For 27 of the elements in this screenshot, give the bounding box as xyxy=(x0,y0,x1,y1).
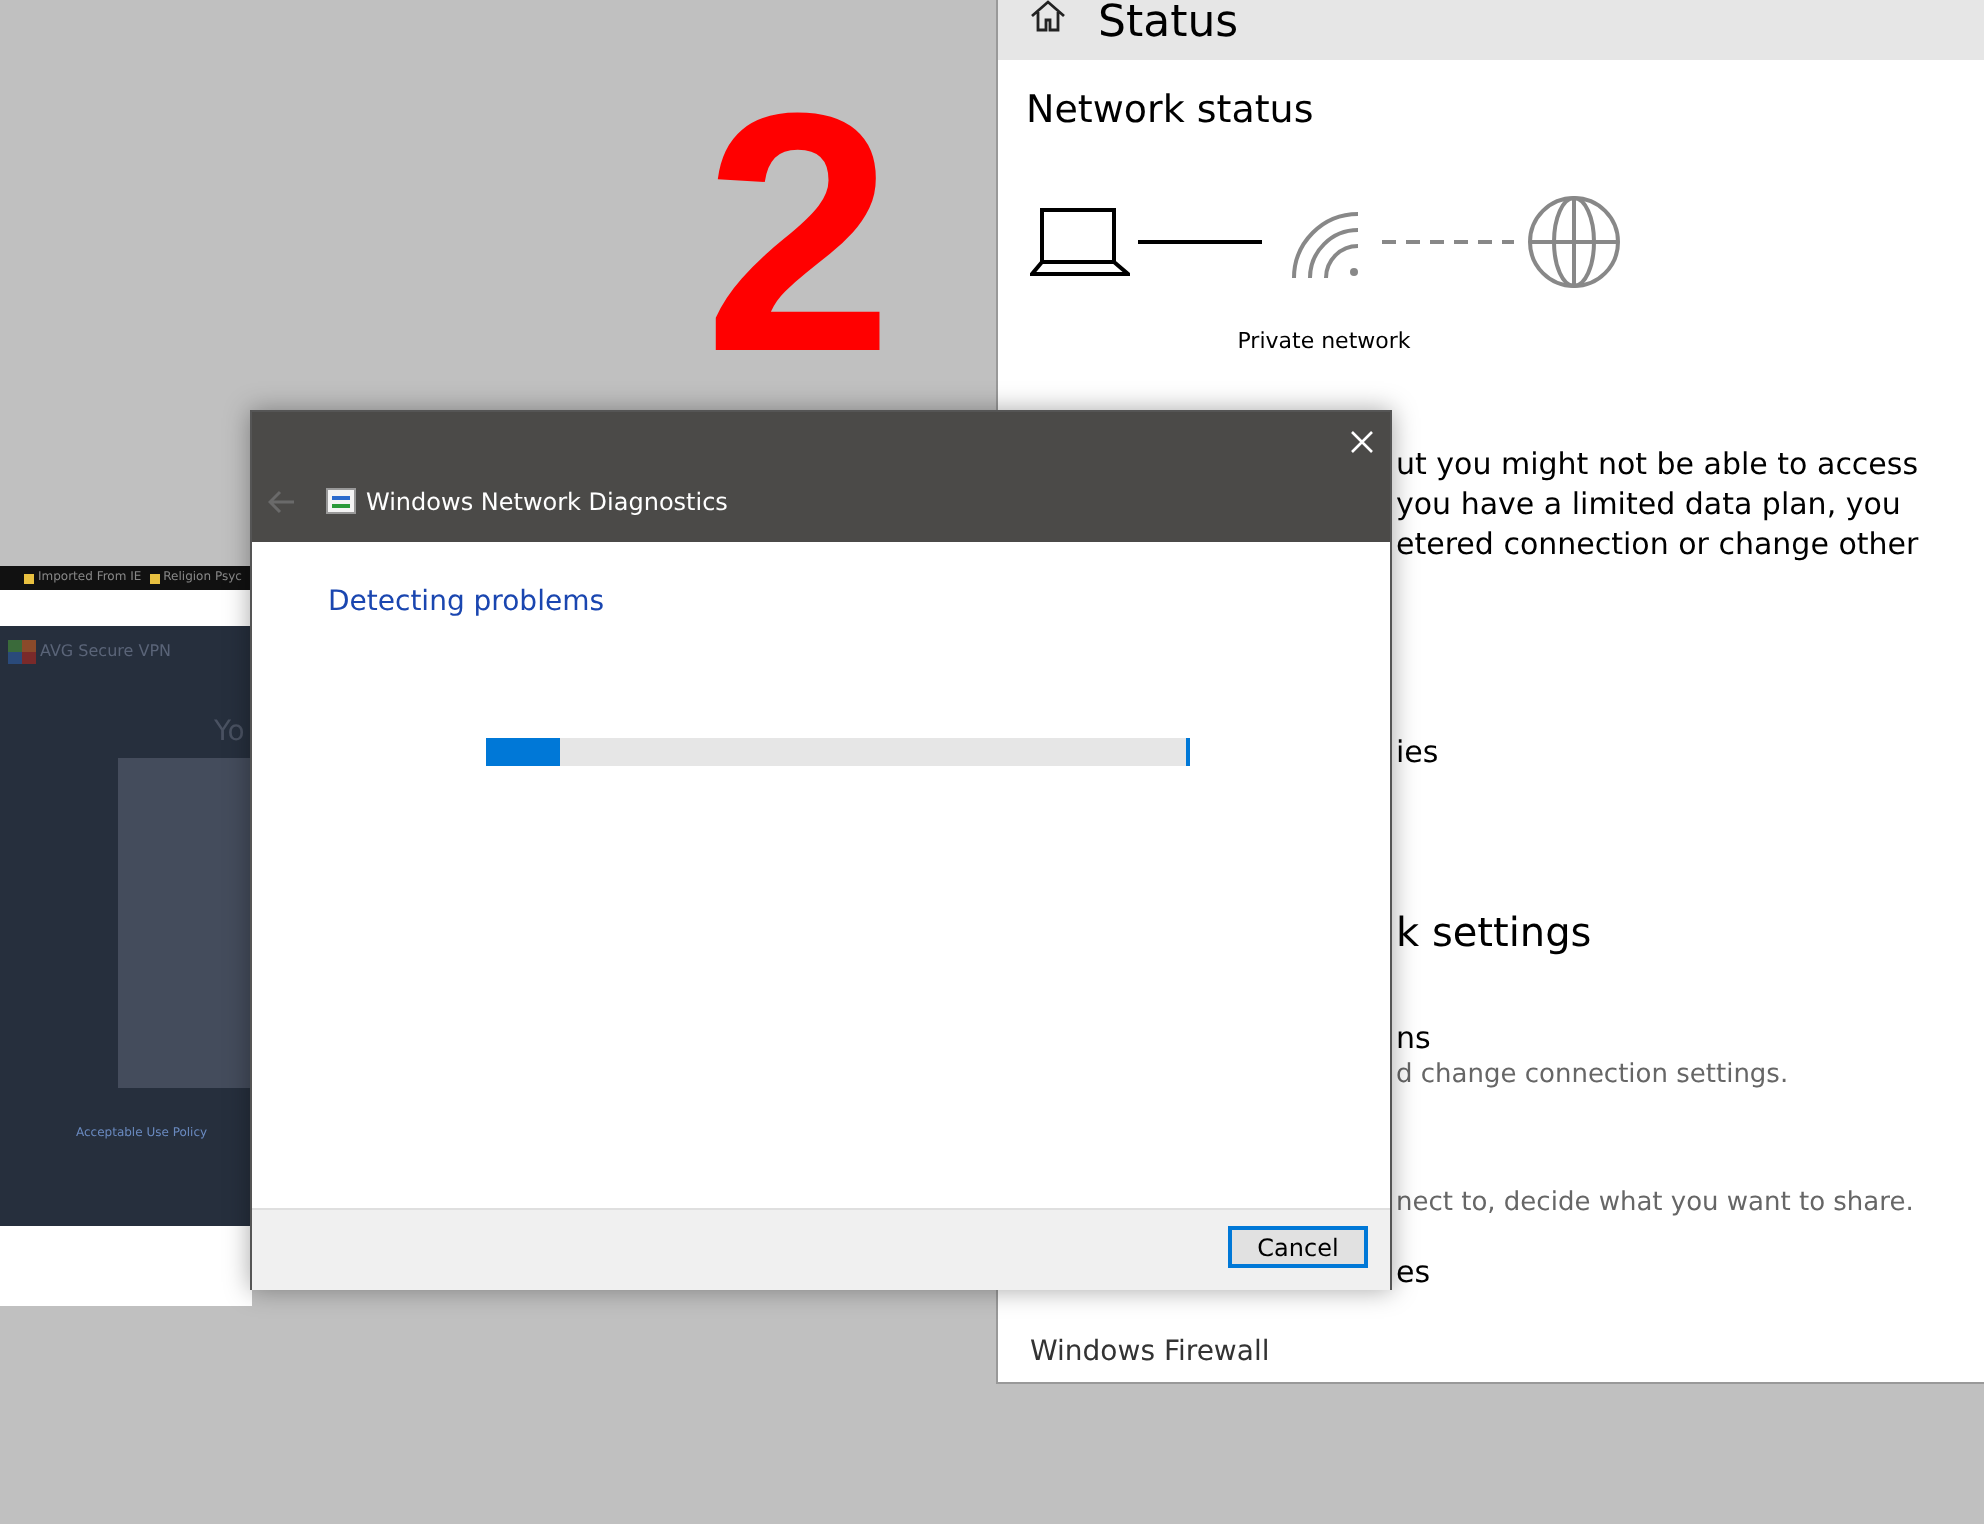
laptop-icon xyxy=(1030,206,1130,278)
app-name: AVG Secure VPN xyxy=(40,640,172,664)
section-heading: k settings xyxy=(1396,906,1592,960)
network-diagnostics-icon xyxy=(326,488,356,514)
settings-item[interactable]: Windows Firewall xyxy=(1030,1332,1270,1372)
section-heading: Network status xyxy=(1026,86,1314,136)
close-icon[interactable] xyxy=(1350,430,1374,454)
window-title: Status xyxy=(1098,0,1239,52)
description-text: nect to, decide what you want to share. xyxy=(1396,1186,1914,1222)
settings-link[interactable]: ies xyxy=(1396,732,1439,772)
dialog-title: Windows Network Diagnostics xyxy=(366,486,728,518)
connection-line xyxy=(1138,240,1262,244)
home-icon xyxy=(1030,0,1066,32)
step-number: 2 xyxy=(704,64,894,404)
network-type-label: Private network xyxy=(1235,326,1413,358)
globe-icon xyxy=(1526,194,1622,290)
cancel-button[interactable]: Cancel xyxy=(1228,1226,1368,1268)
wifi-icon xyxy=(1290,210,1362,278)
description-text: d change connection settings. xyxy=(1396,1058,1789,1094)
settings-item[interactable]: ns xyxy=(1396,1018,1431,1058)
body-text: ut you might not be able to access xyxy=(1396,444,1919,484)
logo-icon xyxy=(8,640,36,664)
body-text: you have a limited data plan, you xyxy=(1396,484,1901,524)
body-text: etered connection or change other xyxy=(1396,524,1919,564)
dashed-line xyxy=(1382,240,1514,244)
settings-item[interactable]: es xyxy=(1396,1252,1431,1292)
status-heading: Detecting problems xyxy=(328,584,605,622)
